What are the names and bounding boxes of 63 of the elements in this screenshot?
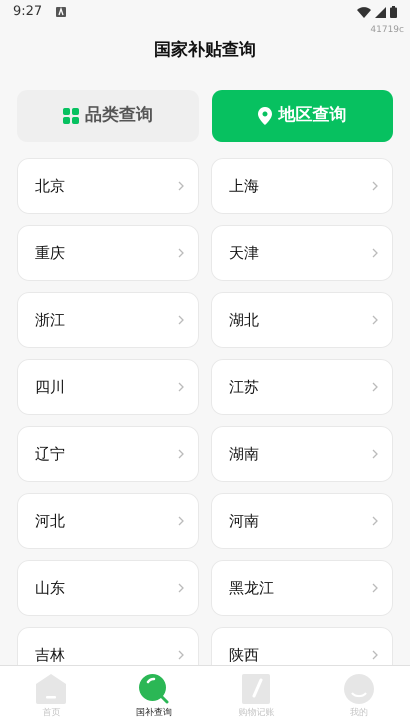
- region-name: 四川: [35, 376, 65, 398]
- region-name: 河南: [229, 510, 259, 532]
- battery-icon: [390, 6, 397, 18]
- region-card[interactable]: 陕西: [211, 627, 393, 665]
- chevron-right-icon: [372, 181, 378, 191]
- region-card[interactable]: 上海: [211, 158, 393, 214]
- chevron-right-icon: [178, 650, 184, 660]
- chevron-right-icon: [372, 449, 378, 459]
- chevron-right-icon: [372, 650, 378, 660]
- chevron-right-icon: [178, 248, 184, 258]
- notification-icon: [56, 7, 66, 17]
- chevron-right-icon: [178, 583, 184, 593]
- region-name: 重庆: [35, 242, 65, 264]
- region-card[interactable]: 河北: [17, 493, 199, 549]
- region-card[interactable]: 河南: [211, 493, 393, 549]
- region-name: 北京: [35, 176, 65, 197]
- location-pin-icon: [258, 107, 272, 125]
- page-title: 国家补贴查询: [154, 39, 256, 62]
- region-name: 浙江: [35, 310, 65, 331]
- query-tab[interactable]: 品类查询: [17, 90, 198, 142]
- region-card[interactable]: 四川: [17, 359, 199, 415]
- chevron-right-icon: [372, 583, 378, 593]
- signal-icon: [375, 6, 386, 18]
- search-icon: [138, 674, 169, 704]
- chevron-right-icon: [178, 382, 184, 392]
- region-name: 陕西: [229, 644, 259, 665]
- chevron-right-icon: [372, 516, 378, 526]
- chevron-right-icon: [372, 248, 378, 258]
- region-card[interactable]: 湖南: [211, 426, 393, 482]
- chevron-right-icon: [372, 382, 378, 392]
- chevron-right-icon: [178, 449, 184, 459]
- region-card[interactable]: 重庆: [17, 225, 199, 281]
- region-name: 上海: [229, 176, 259, 197]
- grid-icon: [62, 108, 79, 124]
- region-name: 天津: [229, 242, 259, 264]
- smile-face-icon: [344, 674, 374, 704]
- region-card[interactable]: 北京: [17, 158, 199, 214]
- region-card[interactable]: 湖北: [211, 292, 393, 348]
- region-name: 黑龙江: [229, 578, 274, 599]
- wifi-icon: [357, 6, 371, 18]
- region-card[interactable]: 江苏: [211, 359, 393, 415]
- chevron-right-icon: [178, 181, 184, 191]
- region-name: 山东: [35, 578, 65, 599]
- region-card[interactable]: 辽宁: [17, 426, 199, 482]
- region-card[interactable]: 浙江: [17, 292, 199, 348]
- region-card[interactable]: 吉林: [17, 627, 199, 665]
- region-card[interactable]: 山东: [17, 560, 199, 616]
- region-card[interactable]: 天津: [211, 225, 393, 281]
- region-name: 河北: [35, 510, 65, 532]
- chevron-right-icon: [178, 315, 184, 325]
- region-name: 吉林: [35, 644, 65, 665]
- chevron-right-icon: [178, 516, 184, 526]
- region-name: 湖北: [229, 310, 259, 331]
- build-tag: 41719c: [370, 26, 404, 34]
- region-card[interactable]: 黑龙江: [211, 560, 393, 616]
- chevron-right-icon: [372, 315, 378, 325]
- region-name: 江苏: [229, 376, 259, 398]
- region-name: 辽宁: [35, 444, 65, 465]
- note-icon: [242, 674, 270, 704]
- nav-tab[interactable]: 国补查询: [102, 666, 205, 728]
- home-icon: [36, 674, 66, 704]
- region-name: 湖南: [229, 444, 259, 465]
- status-time: 9:27: [13, 3, 42, 22]
